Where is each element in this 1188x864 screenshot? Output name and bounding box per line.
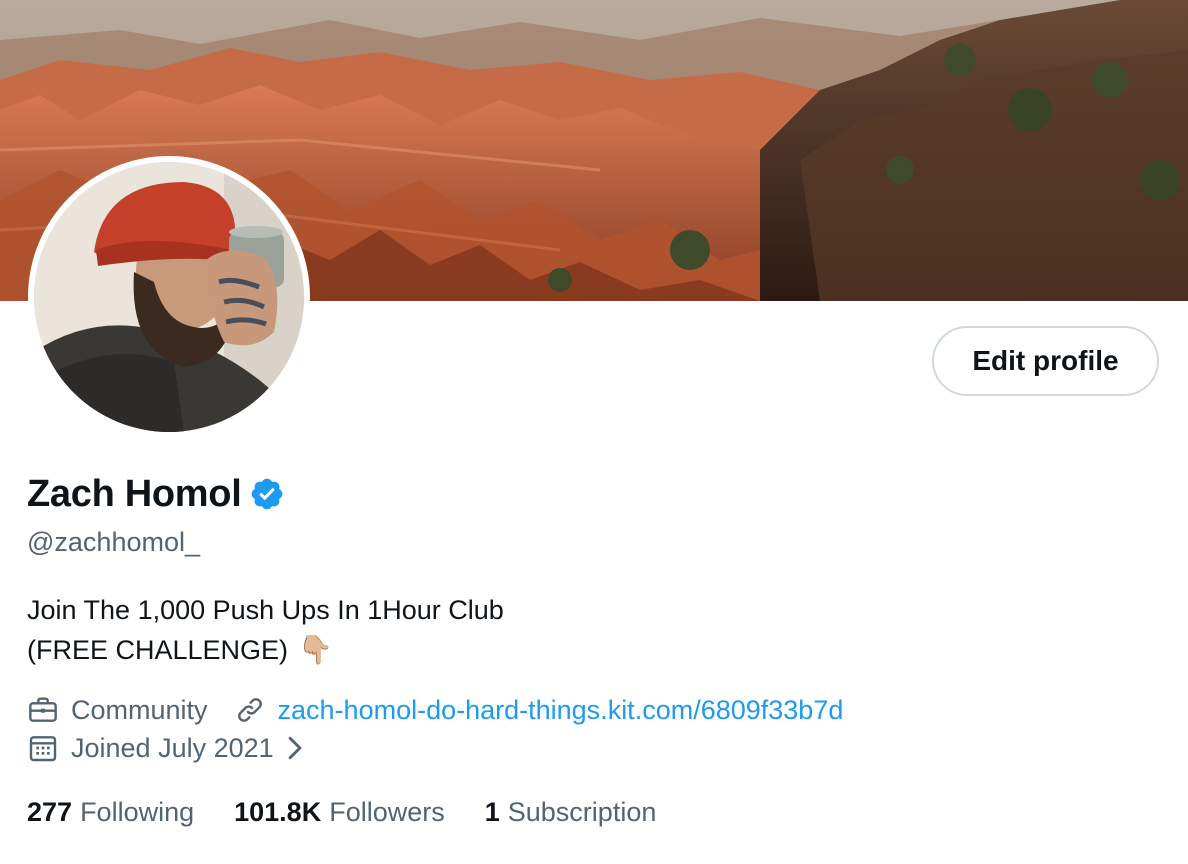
profile-handle: @zachhomol_ [27,527,200,557]
bio-line-2: (FREE CHALLENGE) 👇🏼 [27,630,927,670]
profile-name-row: Zach Homol [27,470,285,518]
verified-badge-icon[interactable] [249,476,285,512]
bio-line-2-text: (FREE CHALLENGE) [27,635,289,665]
joined-date: Joined July 2021 [71,732,274,763]
followers-label: Followers [329,796,445,827]
subscription-stat[interactable]: 1 Subscription [485,797,657,828]
following-stat[interactable]: 277 Following [27,797,194,828]
profile-page: Edit profile Zach Homol @zachhomol_ Join… [0,0,1188,864]
following-count: 277 [27,796,73,827]
briefcase-icon [29,697,57,722]
profile-joined-row[interactable]: Joined July 2021 [27,729,306,767]
subscription-label: Subscription [507,796,657,827]
followers-count: 101.8K [234,796,322,827]
avatar[interactable] [28,156,310,438]
profile-stats: 277 Following 101.8K Followers 1 Subscri… [27,792,656,832]
calendar-icon [29,736,57,762]
profile-meta-row: Community zach-homol-do-hard-things.kit.… [27,691,843,729]
man-drinking-photo [34,162,304,432]
link-icon [237,698,262,722]
avatar-photo [34,162,304,432]
profile-link[interactable]: zach-homol-do-hard-things.kit.com/6809f3… [234,694,844,726]
profile-link-text[interactable]: zach-homol-do-hard-things.kit.com/6809f3… [278,695,844,726]
following-label: Following [80,796,195,827]
profile-bio: Join The 1,000 Push Ups In 1Hour Club (F… [27,590,927,670]
category-label: Community [71,694,208,725]
display-name: Zach Homol [27,472,242,515]
pointing-down-emoji: 👇🏼 [298,634,333,665]
edit-profile-button[interactable]: Edit profile [932,326,1159,396]
bio-line-1: Join The 1,000 Push Ups In 1Hour Club [27,595,504,625]
followers-stat[interactable]: 101.8K Followers [234,797,445,828]
profile-category: Community [27,694,208,726]
subscription-count: 1 [484,796,500,827]
chevron-right-icon[interactable] [284,735,306,761]
